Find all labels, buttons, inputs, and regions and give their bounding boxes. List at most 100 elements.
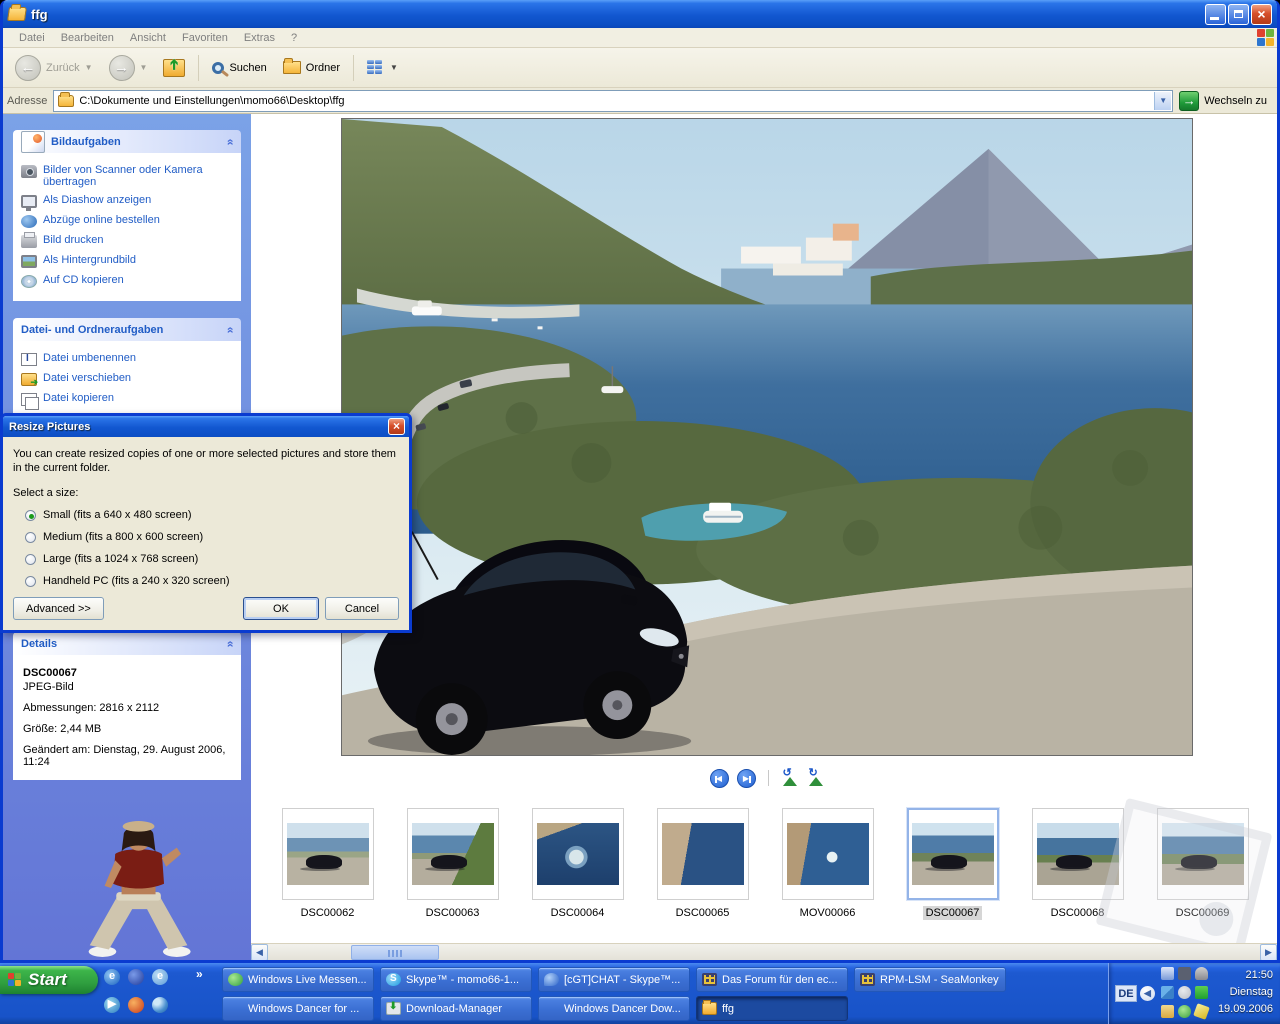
- dialog-title-bar[interactable]: Resize Pictures ×: [3, 416, 409, 437]
- scroll-left-button[interactable]: ◀: [251, 944, 268, 960]
- tray-network-icon[interactable]: [1161, 986, 1174, 999]
- menu-bearbeiten[interactable]: Bearbeiten: [53, 30, 122, 46]
- search-button[interactable]: Suchen: [206, 58, 272, 78]
- task-order-prints[interactable]: Abzüge online bestellen: [19, 211, 235, 231]
- media-player-icon[interactable]: ▶: [104, 997, 120, 1013]
- file-tasks-header[interactable]: Datei- und Ordneraufgaben »: [13, 318, 241, 341]
- task-slideshow[interactable]: Als Diashow anzeigen: [19, 191, 235, 211]
- taskbar-button-dancer2[interactable]: Windows Dancer Dow...: [538, 996, 690, 1021]
- views-button[interactable]: ▼: [361, 56, 404, 80]
- ok-button[interactable]: OK: [243, 597, 319, 620]
- task-copy-to-cd[interactable]: Auf CD kopieren: [19, 271, 235, 291]
- tray-clock[interactable]: 21:50 Dienstag 19.09.2006: [1218, 967, 1273, 1018]
- menu-ansicht[interactable]: Ansicht: [122, 30, 174, 46]
- restore-button[interactable]: [1228, 4, 1249, 25]
- tray-status-icon[interactable]: [1178, 986, 1191, 999]
- globe-icon[interactable]: [152, 997, 168, 1013]
- picture-tasks-header[interactable]: Bildaufgaben »: [13, 130, 241, 153]
- go-button[interactable]: → Wechseln zu: [1179, 91, 1273, 111]
- camera-icon: [21, 165, 37, 178]
- internet-explorer-icon[interactable]: e: [104, 969, 120, 985]
- taskbar-button-skype[interactable]: Skype™ - momo66-1...: [380, 967, 532, 992]
- thumbnail-dsc00067-selected[interactable]: DSC00067: [890, 808, 1015, 938]
- thumbnail-mov00066[interactable]: MOV00066: [765, 808, 890, 938]
- dialog-close-button[interactable]: ×: [388, 418, 405, 435]
- language-indicator[interactable]: DE: [1115, 985, 1137, 1002]
- opera-icon[interactable]: [128, 997, 144, 1013]
- browser-icon[interactable]: e: [152, 969, 168, 985]
- clock-day: Dienstag: [1218, 984, 1273, 1001]
- quick-launch-overflow-icon[interactable]: »: [196, 967, 203, 981]
- folders-icon: [283, 61, 301, 74]
- up-button[interactable]: [157, 55, 191, 81]
- controls-separator: [768, 770, 769, 786]
- cancel-button[interactable]: Cancel: [325, 597, 399, 620]
- tray-headphones-icon[interactable]: [1178, 967, 1191, 980]
- picture-tasks-panel: Bildaufgaben » Bilder von Scanner oder K…: [13, 130, 241, 301]
- task-print-picture[interactable]: Bild drucken: [19, 231, 235, 251]
- taskbar-button-ffg-active[interactable]: ffg: [696, 996, 848, 1021]
- rotate-clockwise-button[interactable]: ↻: [807, 770, 825, 786]
- forward-dropdown-icon: ▼: [140, 63, 148, 72]
- radio-handheld[interactable]: Handheld PC (fits a 240 x 320 screen): [25, 575, 399, 587]
- horizontal-scrollbar[interactable]: ◀ ▶: [251, 943, 1277, 960]
- thumbnail-dsc00064[interactable]: DSC00064: [515, 808, 640, 938]
- menu-help[interactable]: ?: [283, 30, 305, 46]
- address-dropdown-button[interactable]: ▼: [1154, 92, 1171, 110]
- radio-large[interactable]: Large (fits a 1024 x 768 screen): [25, 553, 399, 565]
- taskbar-button-messenger[interactable]: Windows Live Messen...: [222, 967, 374, 992]
- previous-image-button[interactable]: ◀: [710, 769, 729, 788]
- details-header[interactable]: Details »: [13, 632, 241, 655]
- tray-dancer-icon[interactable]: [1161, 967, 1174, 980]
- task-rename-file[interactable]: Datei umbenennen: [19, 349, 235, 369]
- task-set-wallpaper[interactable]: Als Hintergrundbild: [19, 251, 235, 271]
- close-button[interactable]: ×: [1251, 4, 1272, 25]
- collapse-chevron-icon: »: [223, 326, 237, 333]
- scroll-right-button[interactable]: ▶: [1260, 944, 1277, 960]
- taskbar-button-forum[interactable]: Das Forum für den ec...: [696, 967, 848, 992]
- folders-button[interactable]: Ordner: [277, 57, 346, 78]
- picture-tasks-icon: [21, 131, 45, 153]
- forward-button[interactable]: → ▼: [103, 51, 154, 85]
- address-combobox[interactable]: C:\Dokumente und Einstellungen\momo66\De…: [53, 90, 1173, 112]
- menu-favoriten[interactable]: Favoriten: [174, 30, 236, 46]
- rotate-counterclockwise-button[interactable]: ↺: [781, 770, 799, 786]
- back-button[interactable]: ← Zurück ▼: [9, 51, 99, 85]
- menu-extras[interactable]: Extras: [236, 30, 283, 46]
- radio-small[interactable]: Small (fits a 640 x 480 screen): [25, 509, 399, 521]
- thumbnail-dsc00063[interactable]: DSC00063: [390, 808, 515, 938]
- title-bar[interactable]: ffg ×: [3, 0, 1277, 28]
- tray-user-icon[interactable]: [1195, 967, 1208, 980]
- taskbar-button-seamonkey[interactable]: RPM-LSM - SeaMonkey: [854, 967, 1006, 992]
- task-move-file[interactable]: Datei verschieben: [19, 369, 235, 389]
- prints-online-icon: [21, 215, 37, 228]
- taskbar-button-dancer1[interactable]: Windows Dancer for ...: [222, 996, 374, 1021]
- details-body: DSC00067 JPEG-Bild Abmessungen: 2816 x 2…: [13, 655, 241, 780]
- collapse-chevron-icon: »: [223, 640, 237, 647]
- search-icon: [212, 62, 224, 74]
- task-copy-file[interactable]: Datei kopieren: [19, 389, 235, 409]
- taskbar-button-download-manager[interactable]: Download-Manager: [380, 996, 532, 1021]
- taskbar-button-cgt-chat[interactable]: [cGT]CHAT - Skype™...: [538, 967, 690, 992]
- taskbar: Start e e » ▶ Windows Live Messen... Sky…: [0, 963, 1280, 1024]
- next-image-button[interactable]: ▶: [737, 769, 756, 788]
- menu-datei[interactable]: Datei: [11, 30, 53, 46]
- dialog-title: Resize Pictures: [9, 421, 388, 433]
- hide-tray-icons-button[interactable]: ◀: [1140, 986, 1155, 1001]
- tray-skype-call-icon[interactable]: [1195, 986, 1208, 999]
- start-button[interactable]: Start: [0, 966, 98, 994]
- details-modified: Geändert am: Dienstag, 29. August 2006, …: [23, 744, 235, 768]
- radio-medium[interactable]: Medium (fits a 800 x 600 screen): [25, 531, 399, 543]
- tray-crystal-icon[interactable]: [1193, 1003, 1210, 1020]
- go-arrow-icon: →: [1179, 91, 1199, 111]
- tray-messenger-icon[interactable]: [1178, 1005, 1191, 1018]
- messenger-icon[interactable]: [128, 969, 144, 985]
- thumbnail-dsc00062[interactable]: DSC00062: [265, 808, 390, 938]
- thumbnail-dsc00065[interactable]: DSC00065: [640, 808, 765, 938]
- tray-folder-icon[interactable]: [1161, 1005, 1174, 1018]
- cd-icon: [21, 275, 37, 288]
- minimize-button[interactable]: [1205, 4, 1226, 25]
- scrollbar-thumb[interactable]: [351, 945, 439, 960]
- advanced-button[interactable]: Advanced >>: [13, 597, 104, 620]
- task-scanner-camera[interactable]: Bilder von Scanner oder Kamera übertrage…: [19, 161, 235, 191]
